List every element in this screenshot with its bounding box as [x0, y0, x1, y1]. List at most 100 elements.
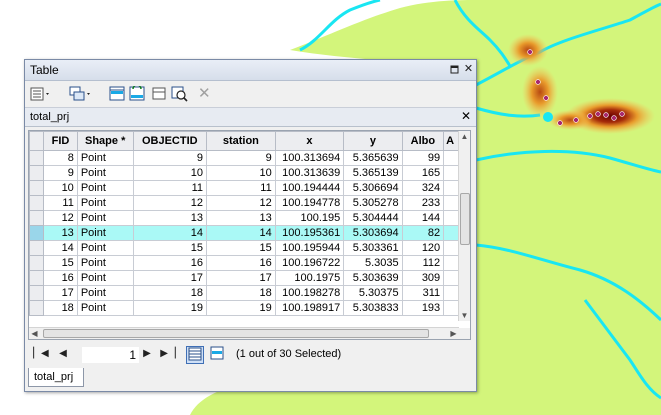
- table-cell-y[interactable]: 5.303361: [343, 240, 403, 256]
- table-cell-x[interactable]: 100.313694: [274, 150, 345, 166]
- table-cell-a[interactable]: [443, 285, 459, 301]
- scroll-left-icon[interactable]: ◀: [29, 328, 40, 339]
- table-cell-albo[interactable]: 120: [401, 240, 445, 256]
- last-record-icon[interactable]: ▶▕: [160, 346, 176, 362]
- table-cell-a[interactable]: [443, 210, 459, 226]
- bottom-table-tab[interactable]: total_prj: [28, 368, 84, 387]
- sample-point[interactable]: [619, 111, 625, 117]
- table-cell-fid[interactable]: 9: [43, 165, 78, 181]
- table-cell-x[interactable]: 100.313639: [274, 165, 345, 181]
- window-title-bar[interactable]: Table ✕: [25, 60, 476, 81]
- row-selector[interactable]: [29, 195, 45, 211]
- table-row[interactable]: 16 Point 17 17 100.1975 5.303639 309: [29, 270, 459, 286]
- table-cell-x[interactable]: 100.194778: [274, 195, 345, 211]
- table-cell-station[interactable]: 12: [206, 195, 276, 211]
- show-selected-records-icon[interactable]: [209, 346, 225, 362]
- column-header-x[interactable]: x: [274, 131, 345, 151]
- table-cell-a[interactable]: [443, 225, 459, 241]
- table-cell-fid[interactable]: 18: [43, 300, 78, 316]
- sample-point[interactable]: [587, 113, 593, 119]
- current-record-field[interactable]: 1: [81, 346, 140, 364]
- table-cell-albo[interactable]: 311: [401, 285, 445, 301]
- table-row[interactable]: 15 Point 16 16 100.196722 5.3035 112: [29, 255, 459, 271]
- table-row[interactable]: 13 Point 14 14 100.195361 5.303694 82: [29, 225, 459, 241]
- table-cell-station[interactable]: 13: [206, 210, 276, 226]
- table-cell-albo[interactable]: 324: [401, 180, 445, 196]
- table-row[interactable]: 11 Point 12 12 100.194778 5.305278 233: [29, 195, 459, 211]
- table-cell-y[interactable]: 5.303694: [343, 225, 403, 241]
- table-row[interactable]: 17 Point 18 18 100.198278 5.30375 311: [29, 285, 459, 301]
- column-header-objectid[interactable]: OBJECTID: [132, 131, 208, 151]
- table-cell-x[interactable]: 100.195: [274, 210, 345, 226]
- table-cell-albo[interactable]: 82: [401, 225, 445, 241]
- table-row[interactable]: 8 Point 9 9 100.313694 5.365639 99: [29, 150, 459, 166]
- table-cell-x[interactable]: 100.198278: [274, 285, 345, 301]
- table-row[interactable]: 10 Point 11 11 100.194444 5.306694 324: [29, 180, 459, 196]
- table-cell-a[interactable]: [443, 300, 459, 316]
- table-cell-fid[interactable]: 12: [43, 210, 78, 226]
- horizontal-scrollbar[interactable]: ◀ ▶: [29, 327, 459, 339]
- table-cell-objectid[interactable]: 14: [132, 225, 208, 241]
- column-header-y[interactable]: y: [343, 131, 403, 151]
- table-cell-shape[interactable]: Point: [76, 300, 134, 316]
- table-cell-x[interactable]: 100.195944: [274, 240, 345, 256]
- table-cell-objectid[interactable]: 18: [132, 285, 208, 301]
- sample-point[interactable]: [543, 95, 549, 101]
- sample-point[interactable]: [557, 120, 563, 126]
- table-window[interactable]: Table ✕ ✕ total_prj ✕ FID Shape * OBJECT…: [24, 59, 477, 392]
- row-selector[interactable]: [29, 165, 45, 181]
- table-row[interactable]: 12 Point 13 13 100.195 5.304444 144: [29, 210, 459, 226]
- table-cell-shape[interactable]: Point: [76, 210, 134, 226]
- table-cell-a[interactable]: [443, 165, 459, 181]
- table-cell-y[interactable]: 5.305278: [343, 195, 403, 211]
- table-cell-fid[interactable]: 17: [43, 285, 78, 301]
- table-cell-shape[interactable]: Point: [76, 285, 134, 301]
- table-cell-objectid[interactable]: 19: [132, 300, 208, 316]
- table-cell-x[interactable]: 100.198917: [274, 300, 345, 316]
- table-cell-shape[interactable]: Point: [76, 150, 134, 166]
- table-cell-fid[interactable]: 8: [43, 150, 78, 166]
- table-cell-albo[interactable]: 112: [401, 255, 445, 271]
- column-header-a[interactable]: A: [443, 131, 459, 151]
- pin-icon[interactable]: [448, 63, 461, 76]
- table-cell-albo[interactable]: 233: [401, 195, 445, 211]
- close-tab-icon[interactable]: ✕: [461, 109, 471, 123]
- table-cell-y[interactable]: 5.303833: [343, 300, 403, 316]
- select-by-attributes-icon[interactable]: [109, 86, 126, 102]
- column-header-shape[interactable]: Shape *: [76, 131, 134, 151]
- close-icon[interactable]: ✕: [462, 63, 475, 76]
- table-cell-y[interactable]: 5.306694: [343, 180, 403, 196]
- zoom-to-selected-icon[interactable]: [171, 86, 188, 102]
- sample-point[interactable]: [603, 112, 609, 118]
- sample-point[interactable]: [535, 79, 541, 85]
- table-row[interactable]: 18 Point 19 19 100.198917 5.303833 193: [29, 300, 459, 316]
- table-cell-y[interactable]: 5.303639: [343, 270, 403, 286]
- row-selector[interactable]: [29, 150, 45, 166]
- row-selector[interactable]: [29, 210, 45, 226]
- switch-selection-icon[interactable]: [129, 84, 146, 102]
- previous-record-icon[interactable]: ◀: [55, 346, 71, 362]
- column-header-station[interactable]: station: [206, 131, 276, 151]
- table-cell-shape[interactable]: Point: [76, 195, 134, 211]
- table-cell-albo[interactable]: 144: [401, 210, 445, 226]
- table-cell-fid[interactable]: 11: [43, 195, 78, 211]
- row-selector[interactable]: [29, 255, 45, 271]
- table-cell-x[interactable]: 100.195361: [274, 225, 345, 241]
- scroll-up-icon[interactable]: ▲: [459, 131, 470, 142]
- attribute-table[interactable]: FID Shape * OBJECTID station x y Albo A …: [28, 130, 471, 340]
- table-cell-albo[interactable]: 193: [401, 300, 445, 316]
- sample-point[interactable]: [611, 115, 617, 121]
- table-cell-station[interactable]: 19: [206, 300, 276, 316]
- first-record-icon[interactable]: ▏◀: [33, 346, 49, 362]
- table-cell-albo[interactable]: 165: [401, 165, 445, 181]
- column-header-fid[interactable]: FID: [43, 131, 78, 151]
- table-cell-objectid[interactable]: 17: [132, 270, 208, 286]
- table-cell-shape[interactable]: Point: [76, 255, 134, 271]
- table-cell-station[interactable]: 18: [206, 285, 276, 301]
- table-cell-objectid[interactable]: 15: [132, 240, 208, 256]
- table-cell-albo[interactable]: 309: [401, 270, 445, 286]
- table-cell-fid[interactable]: 10: [43, 180, 78, 196]
- vertical-scroll-thumb[interactable]: [460, 193, 470, 245]
- sample-point[interactable]: [595, 111, 601, 117]
- sample-point[interactable]: [527, 49, 533, 55]
